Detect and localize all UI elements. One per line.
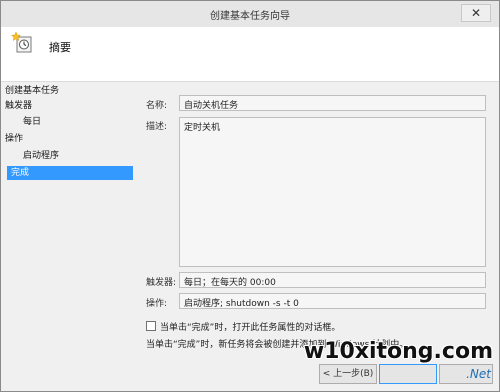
wizard-header: 摘要 [1,27,499,82]
step-finish[interactable]: 完成 [7,166,133,180]
description-field[interactable]: 定时关机 [179,117,486,267]
wizard-steps: 创建基本任务 触发器 每日 操作 启动程序 完成 [5,84,133,354]
step-trigger[interactable]: 触发器 [5,99,131,113]
watermark-sub-text: .Net [466,367,491,381]
finish-button[interactable] [379,364,437,384]
close-icon: ✕ [470,6,482,20]
action-label: 操作: [146,299,168,309]
name-label: 名称: [146,101,168,111]
action-field[interactable]: 启动程序; shutdown -s -t 0 [179,293,486,309]
name-field[interactable]: 自动关机任务 [179,95,486,111]
close-button[interactable]: ✕ [461,4,491,22]
task-clock-star-icon [10,31,33,54]
wizard-window: 创建基本任务向导 ✕ 摘要 创建基本任务 触发器 每日 操作 启动程序 完成 名… [0,0,500,392]
window-title: 创建基本任务向导 [210,11,290,22]
step-create-basic-task[interactable]: 创建基本任务 [5,84,131,98]
trigger-label: 触发器: [146,278,177,288]
back-button[interactable]: < 上一步(B) [319,364,377,384]
open-properties-checkbox[interactable] [146,321,156,331]
trigger-field[interactable]: 每日；在每天的 00:00 [179,272,486,288]
step-action[interactable]: 操作 [5,132,131,146]
title-bar[interactable]: 创建基本任务向导 ✕ [1,1,499,28]
step-start-program[interactable]: 启动程序 [5,149,131,163]
page-title: 摘要 [49,41,71,54]
site-watermark: w10xitong.com [303,339,493,364]
step-daily[interactable]: 每日 [5,115,131,129]
open-properties-label[interactable]: 当单击“完成”时，打开此任务属性的对话框。 [160,320,340,333]
site-watermark-sub: .Net [466,367,491,381]
description-label: 描述: [146,122,168,132]
